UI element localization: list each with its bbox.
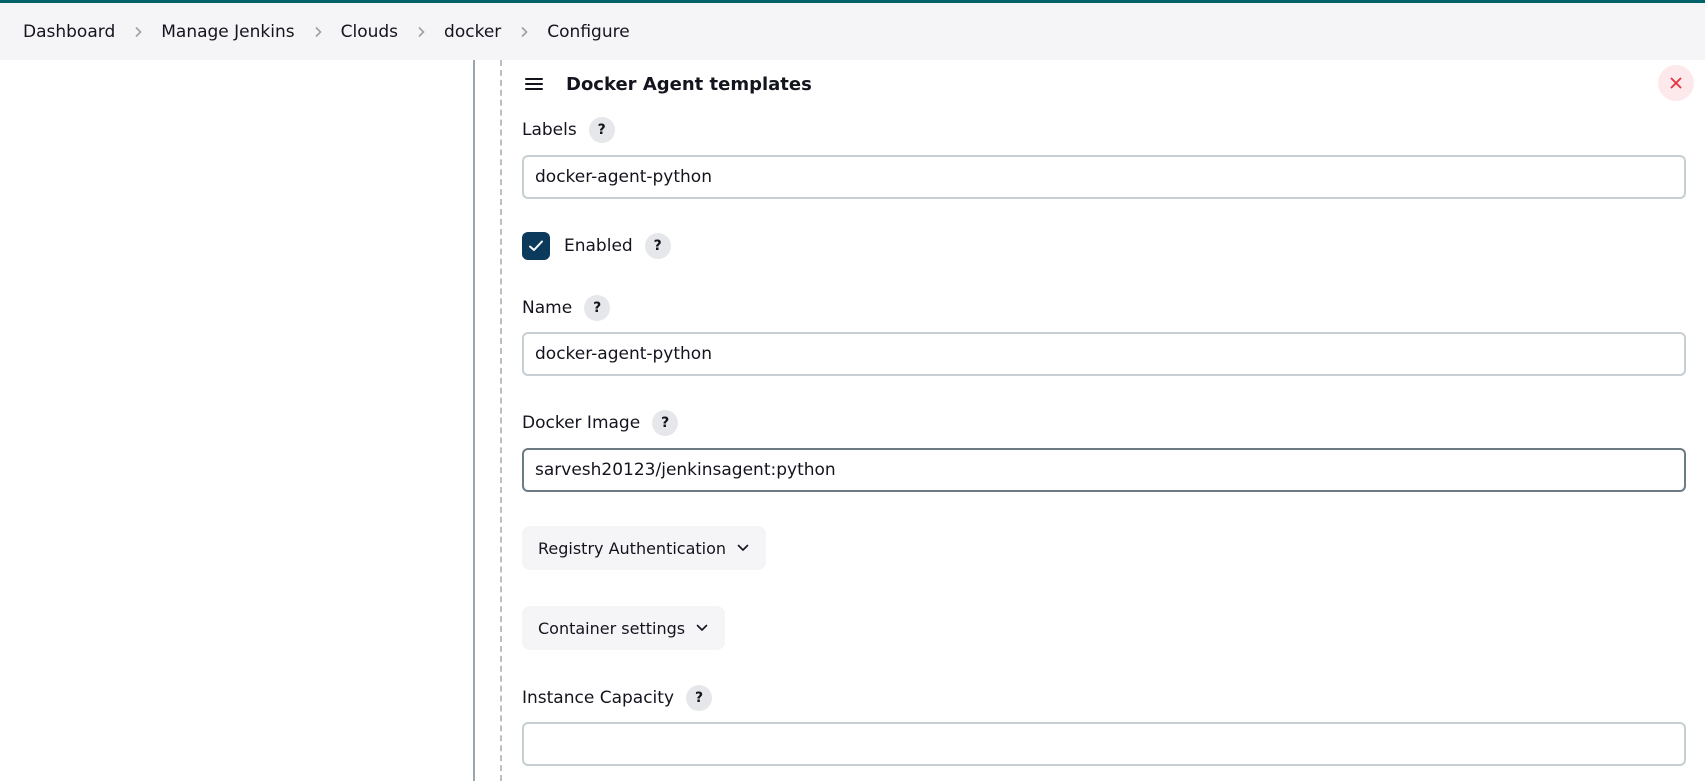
docker-image-label-text: Docker Image [522,413,641,433]
side-panel [0,60,474,781]
repeatable-section-guide [500,60,502,781]
name-help-icon[interactable]: ? [584,295,611,321]
instance-capacity-input[interactable] [522,722,1686,766]
docker-image-help-icon[interactable]: ? [652,410,679,436]
enabled-checkbox-row: Enabled ? [522,232,671,260]
breadcrumb-clouds[interactable]: Clouds [341,22,398,42]
delete-template-button[interactable] [1658,65,1694,101]
chevron-down-icon [696,624,708,631]
checkmark-icon [529,240,543,251]
breadcrumb-configure[interactable]: Configure [547,22,629,42]
breadcrumb: Dashboard Manage Jenkins Clouds docker C… [0,3,1705,60]
name-input[interactable] [522,332,1686,376]
registry-authentication-label: Registry Authentication [538,538,727,558]
labels-input[interactable] [522,155,1686,199]
instance-capacity-label-text: Instance Capacity [522,688,675,708]
instance-capacity-help-icon[interactable]: ? [686,685,713,711]
name-label-text: Name [522,298,573,318]
close-icon [1670,77,1682,89]
chevron-right-icon [295,26,341,38]
labels-label-text: Labels [522,120,577,140]
container-settings-label: Container settings [538,618,686,638]
drag-handle-icon[interactable] [521,71,547,97]
chevron-right-icon [115,26,161,38]
name-field-label: Name ? [522,295,611,321]
breadcrumb-docker[interactable]: docker [444,22,501,42]
instance-capacity-field-label: Instance Capacity ? [522,685,713,711]
container-settings-button[interactable]: Container settings [522,606,726,650]
docker-image-input[interactable] [522,448,1686,492]
labels-help-icon[interactable]: ? [588,117,615,143]
enabled-checkbox[interactable] [522,232,550,260]
section-header: Docker Agent templates [520,63,1700,105]
enabled-label: Enabled [564,236,633,256]
chevron-right-icon [501,26,547,38]
chevron-down-icon [737,544,749,551]
breadcrumb-dashboard[interactable]: Dashboard [23,22,115,42]
labels-field-label: Labels ? [522,117,615,143]
docker-image-field-label: Docker Image ? [522,410,679,436]
enabled-help-icon[interactable]: ? [644,233,671,259]
breadcrumb-manage-jenkins[interactable]: Manage Jenkins [161,22,294,42]
chevron-right-icon [398,26,444,38]
section-title: Docker Agent templates [566,73,812,95]
registry-authentication-button[interactable]: Registry Authentication [522,526,767,570]
content-divider [473,60,475,781]
